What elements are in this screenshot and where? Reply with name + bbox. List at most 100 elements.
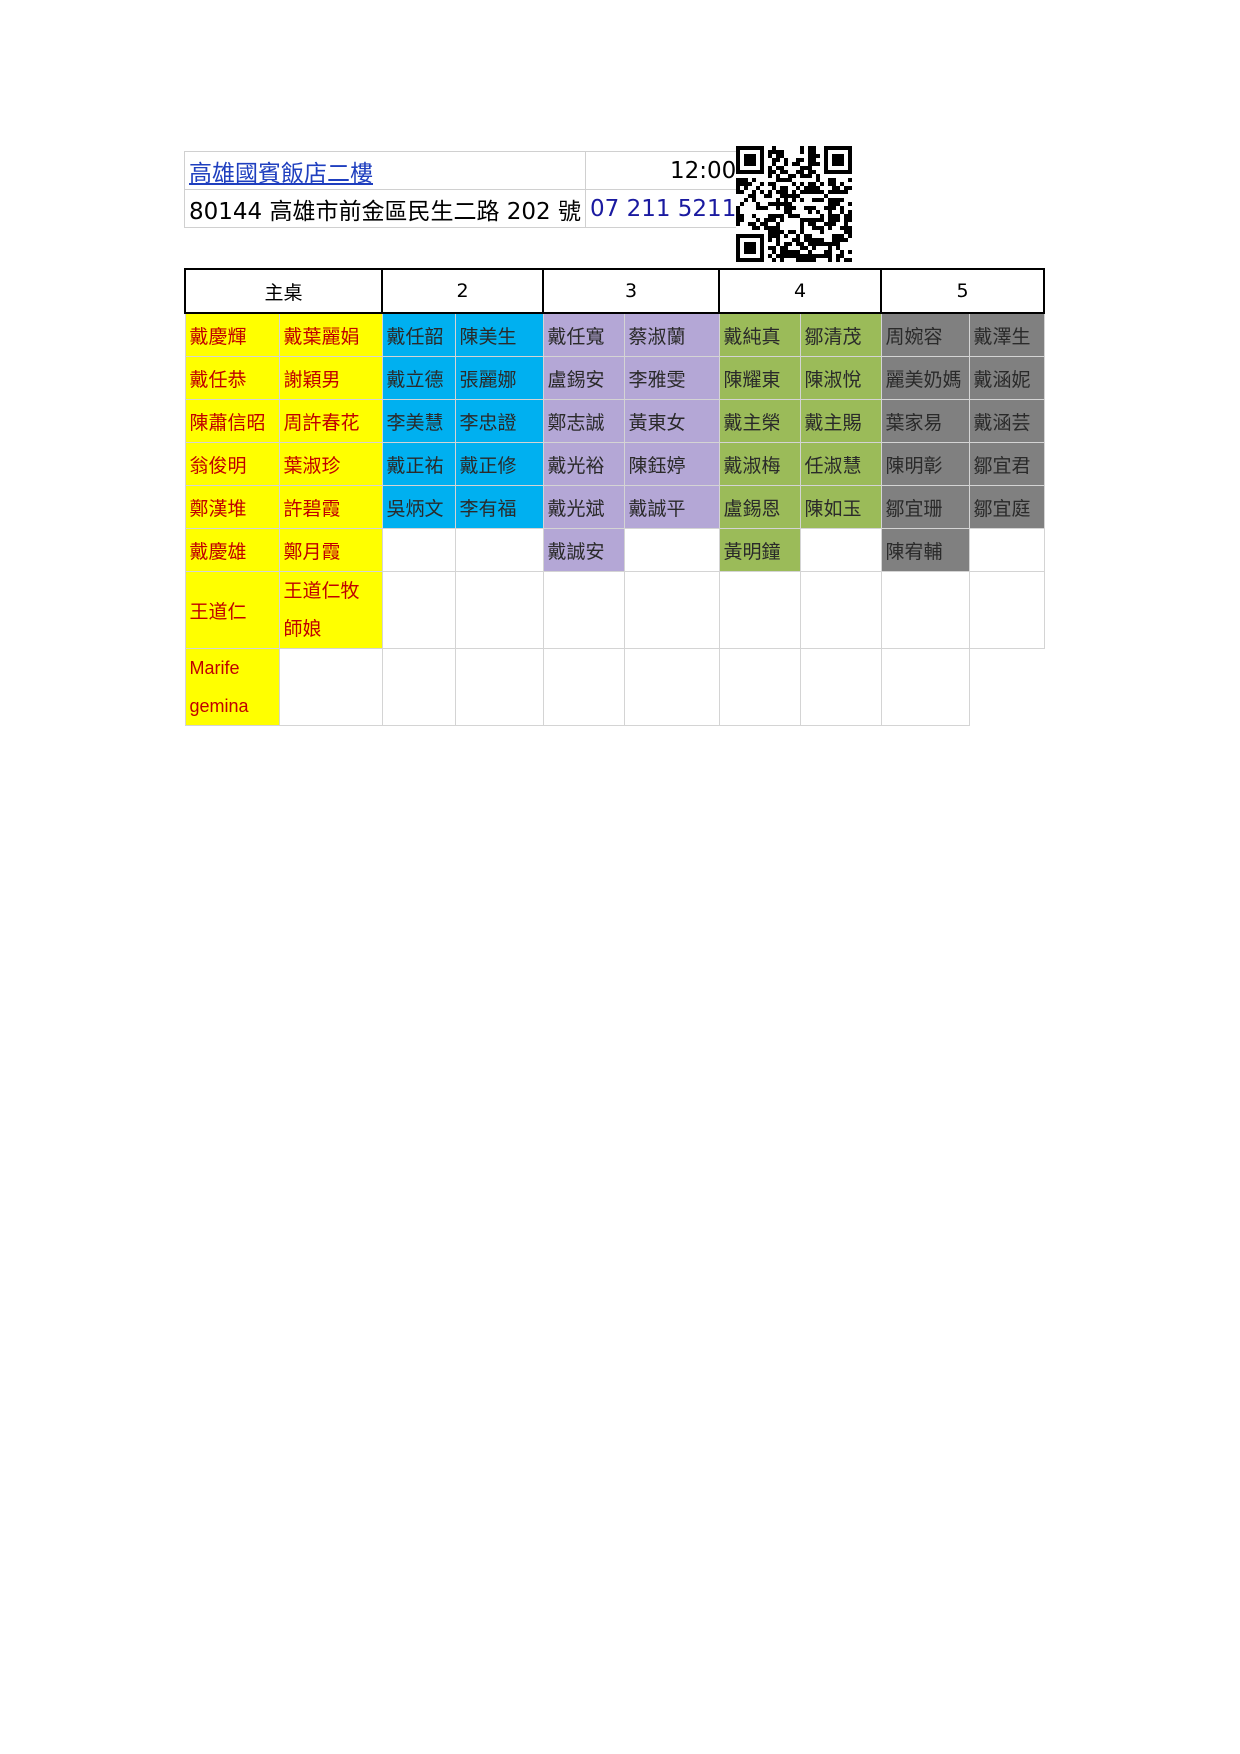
qr-module: [808, 150, 812, 154]
qr-module: [808, 154, 812, 158]
qr-module: [780, 154, 784, 158]
qr-module: [784, 202, 788, 206]
guest-name: 陳鈺婷: [623, 442, 720, 486]
qr-module: [768, 230, 772, 234]
qr-module: [740, 214, 744, 218]
qr-module: [760, 182, 764, 186]
qr-module: [820, 214, 824, 218]
qr-module: [768, 254, 772, 258]
qr-module: [776, 234, 780, 238]
qr-module: [808, 162, 812, 166]
guest-name: 陳明彰: [880, 442, 970, 486]
guest-name: 任淑慧: [799, 442, 882, 486]
venue-name-link[interactable]: 高雄國賓飯店二樓: [189, 161, 373, 187]
qr-module: [772, 146, 776, 150]
qr-module: [756, 186, 760, 190]
qr-module: [784, 250, 788, 254]
qr-module: [832, 222, 836, 226]
table-header-2: 2: [381, 268, 544, 314]
table-row: 王道仁 王道仁牧師娘: [184, 571, 1045, 649]
guest-name: 張麗娜: [454, 356, 544, 400]
qr-module: [764, 218, 768, 222]
empty-seat: [880, 571, 970, 649]
qr-module: [780, 214, 784, 218]
qr-module: [848, 186, 852, 190]
qr-module: [788, 178, 792, 182]
qr-module: [800, 218, 804, 222]
qr-module: [800, 246, 804, 250]
qr-module: [776, 230, 780, 234]
qr-module: [796, 186, 800, 190]
qr-module: [752, 194, 756, 198]
qr-module: [808, 218, 812, 222]
qr-module: [808, 170, 812, 174]
qr-module: [788, 254, 792, 258]
guest-name: 陳淑悅: [799, 356, 882, 400]
qr-module: [776, 214, 780, 218]
qr-module: [848, 218, 852, 222]
qr-module: [824, 250, 828, 254]
qr-module: [780, 166, 784, 170]
qr-module: [840, 226, 844, 230]
empty-seat: [623, 528, 720, 572]
qr-module: [740, 202, 744, 206]
qr-module: [800, 222, 804, 226]
qr-module: [828, 206, 832, 210]
qr-module: [780, 186, 784, 190]
qr-module: [844, 214, 848, 218]
guest-name: 戴純真: [718, 312, 801, 357]
qr-module: [808, 258, 812, 262]
qr-module: [812, 246, 816, 250]
qr-module: [776, 190, 780, 194]
qr-module: [792, 162, 796, 166]
qr-module: [776, 254, 780, 258]
qr-module: [772, 230, 776, 234]
qr-module: [780, 150, 784, 154]
empty-cell: [969, 649, 1044, 726]
qr-module: [800, 170, 804, 174]
qr-module: [756, 218, 760, 222]
guest-name: 李有福: [454, 485, 544, 529]
guest-name: 謝穎男: [278, 356, 383, 400]
empty-seat: [454, 571, 544, 649]
qr-module: [768, 190, 772, 194]
qr-module: [788, 214, 792, 218]
guest-name: 戴正祐: [381, 442, 456, 486]
qr-module: [832, 178, 836, 182]
table-row: 鄭漢堆 許碧霞 吳炳文 李有福 戴光斌 戴誠平 盧錫恩 陳如玉 鄒宜珊 鄒宜庭: [184, 485, 1045, 529]
qr-module: [784, 194, 788, 198]
guest-name: 鄭志誠: [542, 399, 625, 443]
qr-module: [788, 210, 792, 214]
qr-module: [804, 258, 808, 262]
qr-module: [792, 230, 796, 234]
empty-seat: [799, 528, 882, 572]
guest-name: 鄒宜珊: [880, 485, 970, 529]
qr-module: [824, 222, 828, 226]
guest-name: 戴誠安: [542, 528, 625, 572]
qr-module: [804, 246, 808, 250]
venue-name-cell: 高雄國賓飯店二樓: [184, 151, 586, 190]
qr-module: [760, 206, 764, 210]
qr-module: [836, 238, 840, 242]
qr-module: [776, 238, 780, 242]
guest-name: 黃明鐘: [718, 528, 801, 572]
qr-module: [776, 150, 780, 154]
qr-module: [768, 226, 772, 230]
qr-module: [780, 178, 784, 182]
qr-module: [764, 226, 768, 230]
qr-module: [816, 178, 820, 182]
guest-name: 戴涵妮: [968, 356, 1045, 400]
qr-module: [800, 182, 804, 186]
qr-module: [808, 190, 812, 194]
qr-module: [816, 254, 820, 258]
qr-module: [808, 250, 812, 254]
qr-module: [792, 254, 796, 258]
qr-module: [808, 186, 812, 190]
table-row: 戴慶雄 鄭月霞 戴誠安 黃明鐘 陳宥輔: [184, 528, 1045, 572]
guest-name: 盧錫恩: [718, 485, 801, 529]
qr-module: [776, 206, 780, 210]
qr-module: [788, 250, 792, 254]
qr-module: [828, 202, 832, 206]
qr-module: [756, 206, 760, 210]
qr-module: [800, 146, 804, 150]
